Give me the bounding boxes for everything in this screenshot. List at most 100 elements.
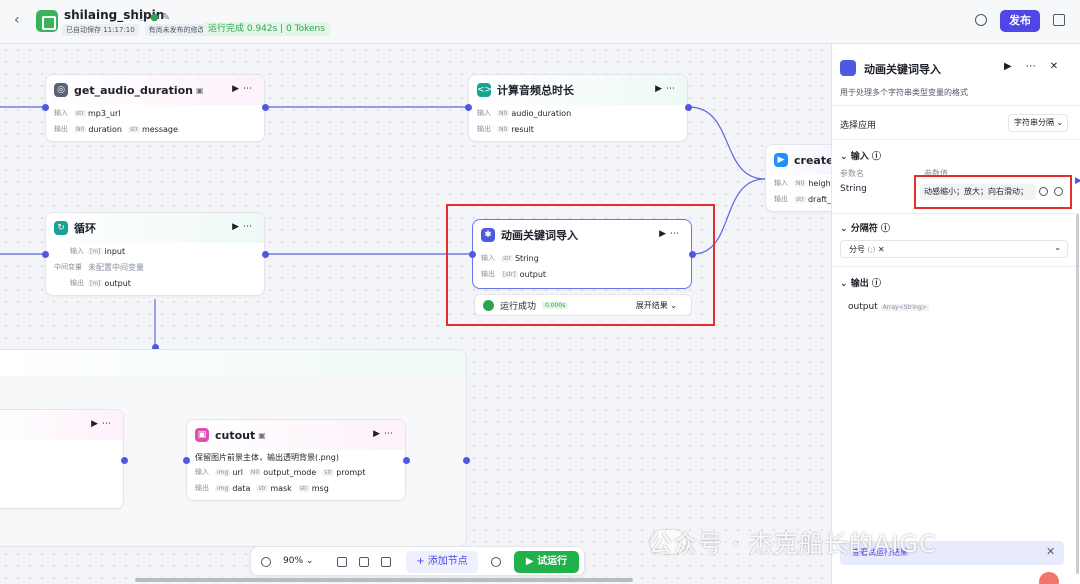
input-row: 输入 [m] input [70,246,126,256]
layout-icon[interactable] [359,557,369,567]
text-processing-icon [840,60,856,76]
panel-description: 用于处理多个字符串类型变量的格式 [840,88,968,97]
input-row: 输入 img url N0 output_mode str prompt [195,467,366,477]
node-get-audio-duration[interactable]: ◎ get_audio_duration ▣ ▶⋯ 输入 str mp3_url … [45,74,265,142]
node-title: 计算音频总时长 [497,84,574,97]
debug-icon[interactable] [491,557,501,567]
node-create-draft[interactable]: ▶ create_d 输入 N0height 输出 strdraft_c [765,144,832,212]
run-status-badge: 运行完成 0.942s | 0 Tokens [203,22,330,36]
image-icon: ▣ [195,428,209,442]
info-icon[interactable]: ⓘ [137,12,150,23]
input-port[interactable] [183,457,190,464]
node-description: 保留图片前景主体，输出透明背景(.png) [195,452,340,462]
output-row: 输出 [str] output [481,269,547,279]
input-row: 输入 N0 height [774,178,832,188]
node-anim-keyword[interactable]: ✱ 动画关键词导入 ▶⋯ 输入 str String 输出 [str] output [472,219,692,289]
input-port[interactable] [465,104,472,111]
delimiter-select[interactable]: 分号 (;) ✕ ⌄ [840,240,1068,258]
success-icon [483,299,494,311]
mouse-icon[interactable] [261,557,271,567]
node-controls[interactable]: ▶⋯ [232,84,256,94]
test-run-button[interactable]: ▶ 试运行 [514,551,579,573]
node-title: 循环 [74,222,96,235]
output-port[interactable] [685,104,692,111]
node-controls[interactable]: ▶⋯ [232,222,256,232]
output-port[interactable] [403,457,410,464]
node-title: 动画关键词导入 [501,229,578,242]
select-app-label: 选择应用 [840,121,877,131]
minimap-icon[interactable] [381,557,391,567]
output-port[interactable] [262,251,269,258]
avatar[interactable] [1039,572,1059,584]
highlight-box [914,175,1072,209]
run-result-card: 运行成功 0.000s 展开结果 ⌄ [474,294,692,316]
node-controls[interactable]: ▶⋯ [373,429,397,439]
output-row: 输出 strdraft_c [774,194,832,204]
run-status-text: 运行成功 [500,301,537,312]
canvas-toolbar: 90% ⌄ + 添加节点 ▶ 试运行 [250,546,585,576]
workflow-canvas[interactable]: ◎ get_audio_duration ▣ ▶⋯ 输入 str mp3_url … [0,44,832,584]
input-port[interactable] [42,104,49,111]
node-partial[interactable]: ▶⋯ [0,409,124,509]
add-node-button[interactable]: + 添加节点 [406,551,478,573]
select-app-dropdown[interactable]: 字符串分隔 ⌄ [1008,114,1068,132]
chevron-down-icon: ⌄ [1054,243,1061,252]
close-icon[interactable]: ✕ [878,245,885,254]
publish-button[interactable]: 发布 [1000,10,1040,32]
loop-icon: ↻ [54,221,68,235]
output-port[interactable] [121,457,128,464]
edge [688,106,766,180]
node-title: get_audio_duration [74,83,194,97]
output-port[interactable] [689,251,696,258]
delimiter-chip: 分号 (;) ✕ [849,245,885,254]
input-port[interactable] [469,251,476,258]
code-icon: <> [477,83,493,97]
close-icon[interactable]: ✕ [1046,545,1055,558]
output-port[interactable] [262,104,269,111]
param-name-header: 参数名 [840,169,864,178]
input-section-header[interactable]: ⌄ 输入 ⓘ [840,149,881,162]
node-cutout[interactable]: ▣ cutout ▣ ▶⋯ 保留图片前景主体，输出透明背景(.png) 输入 i… [186,419,406,501]
input-row: 输入 N0 audio_duration [477,108,572,118]
more-icon[interactable]: ⋯ [1026,61,1050,72]
node-settings-panel: 动画关键词导入 ▶⋯✕ 用于处理多个字符串类型变量的格式 选择应用 字符串分隔 … [831,44,1080,584]
output-row: 输出 [m] output [70,278,131,288]
edge-arrow-icon: ▶ [1075,176,1080,186]
node-loop[interactable]: ↻ 循环 ▶⋯ 输入 [m] input 中间变量 未配置中间变量 输出 [m] o… [45,212,265,296]
output-row: 输出 N0 duration str message [54,124,178,134]
run-icon[interactable]: ▶ [1004,61,1026,72]
plugin-badge-icon: ▣ [258,430,266,440]
node-calc-audio-duration[interactable]: <> 计算音频总时长 ▶⋯ 输入 N0 audio_duration 输出 N0 r… [468,74,688,142]
comment-icon[interactable] [337,557,347,567]
copy-icon[interactable] [1053,14,1065,26]
variable-row: 中间变量 未配置中间变量 [54,262,144,272]
node-controls[interactable]: ▶⋯ [655,84,679,94]
autosave-tag: 已自动保存 11:17:10 [62,24,139,36]
close-icon[interactable]: ✕ [1050,61,1072,72]
panel-title: 动画关键词导入 [864,63,941,76]
node-title: cutout [215,428,256,442]
edit-icon[interactable]: ✎ [162,12,173,23]
output-section-header[interactable]: ⌄ 输出 ⓘ [840,276,881,289]
node-controls[interactable]: ▶⋯ [659,229,683,239]
history-icon[interactable] [975,14,987,26]
info-icon: ⓘ [880,224,890,234]
horizontal-scrollbar[interactable] [135,578,633,582]
app-logo-icon [36,10,58,32]
node-controls[interactable]: ▶⋯ [91,419,115,429]
output-row: 输出 N0 result [477,124,534,134]
chevron-left-icon[interactable]: ‹ [14,12,20,28]
param-name: String [840,184,867,194]
info-icon: ⓘ [871,152,881,162]
input-port[interactable] [42,251,49,258]
plugin-icon: ◎ [54,83,68,97]
text-processing-icon: ✱ [481,228,495,242]
zoom-select[interactable]: 90% ⌄ [283,556,313,566]
delimiter-section-header[interactable]: ⌄ 分隔符 ⓘ [840,221,890,234]
group-output-port[interactable] [463,457,470,464]
panel-scrollbar[interactable] [1076,214,1079,574]
plugin-badge-icon: ▣ [196,85,204,95]
expand-result-button[interactable]: 展开结果 ⌄ [636,300,677,311]
input-row: 输入 str mp3_url [54,108,121,118]
info-icon: ⓘ [871,279,881,289]
